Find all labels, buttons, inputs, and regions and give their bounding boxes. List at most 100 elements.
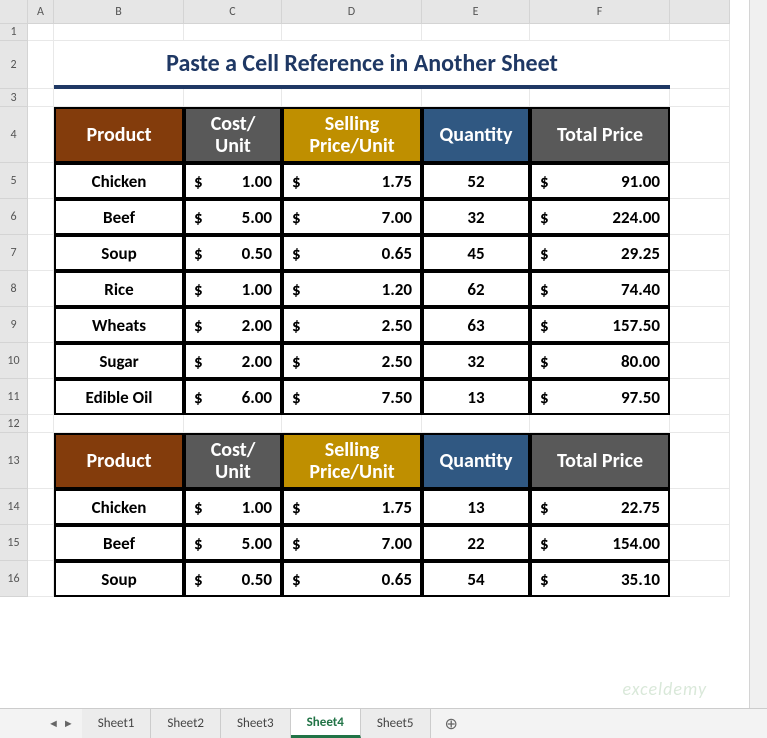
- quantity-cell[interactable]: 13: [422, 379, 530, 415]
- product-cell[interactable]: Sugar: [54, 343, 184, 379]
- add-sheet-button[interactable]: ⊕: [431, 709, 472, 738]
- sheet-tab-sheet2[interactable]: Sheet2: [151, 709, 221, 738]
- quantity-cell[interactable]: 54: [422, 561, 530, 597]
- cell-x5[interactable]: [670, 163, 730, 199]
- header-product[interactable]: Product: [54, 107, 184, 163]
- cell-A14[interactable]: [28, 489, 54, 525]
- cell-A6[interactable]: [28, 199, 54, 235]
- cost-cell[interactable]: $5.00: [184, 199, 282, 235]
- quantity-cell[interactable]: 45: [422, 235, 530, 271]
- cell-x3[interactable]: [670, 89, 730, 107]
- header-total[interactable]: Total Price: [530, 107, 670, 163]
- selling-cell[interactable]: $7.00: [282, 199, 422, 235]
- cell-C12[interactable]: [184, 415, 282, 433]
- selling-cell[interactable]: $7.00: [282, 525, 422, 561]
- column-header-A[interactable]: A: [28, 0, 54, 24]
- row-header-4[interactable]: 4: [0, 107, 28, 163]
- row-header-16[interactable]: 16: [0, 561, 28, 597]
- cell-A5[interactable]: [28, 163, 54, 199]
- cost-cell[interactable]: $1.00: [184, 163, 282, 199]
- cost-cell[interactable]: $2.00: [184, 343, 282, 379]
- quantity-cell[interactable]: 13: [422, 489, 530, 525]
- cost-cell[interactable]: $5.00: [184, 525, 282, 561]
- product-cell[interactable]: Chicken: [54, 163, 184, 199]
- total-cell[interactable]: $74.40: [530, 271, 670, 307]
- cell-F1[interactable]: [530, 24, 670, 41]
- quantity-cell[interactable]: 52: [422, 163, 530, 199]
- cell-x9[interactable]: [670, 307, 730, 343]
- cell-F12[interactable]: [530, 415, 670, 433]
- total-cell[interactable]: $157.50: [530, 307, 670, 343]
- cost-cell[interactable]: $1.00: [184, 271, 282, 307]
- quantity-cell[interactable]: 32: [422, 343, 530, 379]
- sheet-tab-sheet4[interactable]: Sheet4: [291, 709, 361, 738]
- selling-cell[interactable]: $7.50: [282, 379, 422, 415]
- row-header-7[interactable]: 7: [0, 235, 28, 271]
- total-cell[interactable]: $224.00: [530, 199, 670, 235]
- header-cost[interactable]: Cost/Unit: [184, 433, 282, 489]
- cell-A2[interactable]: [28, 41, 54, 89]
- product-cell[interactable]: Beef: [54, 199, 184, 235]
- row-header-12[interactable]: 12: [0, 415, 28, 433]
- row-header-14[interactable]: 14: [0, 489, 28, 525]
- column-header-F[interactable]: F: [530, 0, 670, 24]
- total-cell[interactable]: $91.00: [530, 163, 670, 199]
- cost-cell[interactable]: $6.00: [184, 379, 282, 415]
- header-product[interactable]: Product: [54, 433, 184, 489]
- column-header-B[interactable]: B: [54, 0, 184, 24]
- column-header-D[interactable]: D: [282, 0, 422, 24]
- cost-cell[interactable]: $0.50: [184, 561, 282, 597]
- cell-A10[interactable]: [28, 343, 54, 379]
- cell-E1[interactable]: [422, 24, 530, 41]
- row-header-11[interactable]: 11: [0, 379, 28, 415]
- cost-cell[interactable]: $0.50: [184, 235, 282, 271]
- cell-x2[interactable]: [670, 41, 730, 89]
- sheet-tab-sheet1[interactable]: Sheet1: [82, 709, 152, 738]
- cell-A15[interactable]: [28, 525, 54, 561]
- product-cell[interactable]: Soup: [54, 561, 184, 597]
- cell-B12[interactable]: [54, 415, 184, 433]
- cell-E12[interactable]: [422, 415, 530, 433]
- total-cell[interactable]: $29.25: [530, 235, 670, 271]
- quantity-cell[interactable]: 32: [422, 199, 530, 235]
- cell-C3[interactable]: [184, 89, 282, 107]
- quantity-cell[interactable]: 22: [422, 525, 530, 561]
- cell-A8[interactable]: [28, 271, 54, 307]
- total-cell[interactable]: $154.00: [530, 525, 670, 561]
- product-cell[interactable]: Chicken: [54, 489, 184, 525]
- cell-x11[interactable]: [670, 379, 730, 415]
- cell-D3[interactable]: [282, 89, 422, 107]
- cell-A12[interactable]: [28, 415, 54, 433]
- total-cell[interactable]: $22.75: [530, 489, 670, 525]
- quantity-cell[interactable]: 63: [422, 307, 530, 343]
- cell-x13[interactable]: [670, 433, 730, 489]
- cell-x10[interactable]: [670, 343, 730, 379]
- sheet-tab-sheet3[interactable]: Sheet3: [221, 709, 291, 738]
- header-cost[interactable]: Cost/Unit: [184, 107, 282, 163]
- selling-cell[interactable]: $1.20: [282, 271, 422, 307]
- cell-x8[interactable]: [670, 271, 730, 307]
- total-cell[interactable]: $35.10: [530, 561, 670, 597]
- selling-cell[interactable]: $0.65: [282, 561, 422, 597]
- product-cell[interactable]: Wheats: [54, 307, 184, 343]
- cost-cell[interactable]: $2.00: [184, 307, 282, 343]
- vertical-scrollbar[interactable]: [749, 0, 767, 708]
- row-header-9[interactable]: 9: [0, 307, 28, 343]
- cost-cell[interactable]: $1.00: [184, 489, 282, 525]
- row-header-8[interactable]: 8: [0, 271, 28, 307]
- select-all-corner[interactable]: [0, 0, 28, 24]
- cell-D12[interactable]: [282, 415, 422, 433]
- row-header-13[interactable]: 13: [0, 433, 28, 489]
- header-selling[interactable]: SellingPrice/Unit: [282, 433, 422, 489]
- column-header-x[interactable]: [670, 0, 730, 24]
- cell-E3[interactable]: [422, 89, 530, 107]
- cell-x4[interactable]: [670, 107, 730, 163]
- row-header-1[interactable]: 1: [0, 24, 28, 41]
- cell-A4[interactable]: [28, 107, 54, 163]
- sheet-tab-sheet5[interactable]: Sheet5: [361, 709, 431, 738]
- total-cell[interactable]: $80.00: [530, 343, 670, 379]
- product-cell[interactable]: Beef: [54, 525, 184, 561]
- quantity-cell[interactable]: 62: [422, 271, 530, 307]
- cell-A1[interactable]: [28, 24, 54, 41]
- selling-cell[interactable]: $1.75: [282, 163, 422, 199]
